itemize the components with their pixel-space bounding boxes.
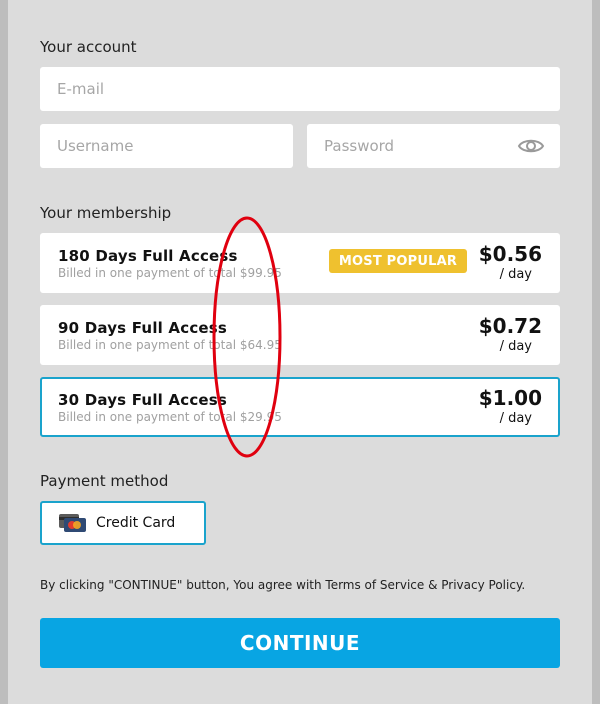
- plan-name: 30 Days Full Access: [58, 391, 228, 409]
- username-field[interactable]: [40, 124, 293, 168]
- plan-price: $1.00: [478, 386, 542, 410]
- continue-button[interactable]: CONTINUE: [40, 618, 560, 668]
- plan-price: $0.72: [478, 314, 542, 338]
- account-section-title: Your account: [40, 38, 137, 56]
- plan-per-day: / day: [499, 339, 532, 354]
- eye-icon[interactable]: [517, 136, 545, 156]
- plan-billing: Billed in one payment of total $29.95: [58, 410, 282, 424]
- plan-name: 90 Days Full Access: [58, 319, 228, 337]
- password-field[interactable]: [307, 124, 560, 168]
- payment-section-title: Payment method: [40, 472, 169, 490]
- credit-card-icon: [58, 513, 88, 533]
- credit-card-option[interactable]: Credit Card: [40, 501, 206, 545]
- username-input[interactable]: [57, 137, 293, 155]
- most-popular-badge: MOST POPULAR: [329, 249, 467, 273]
- plan-billing: Billed in one payment of total $64.95: [58, 338, 282, 352]
- plan-billing: Billed in one payment of total $99.95: [58, 266, 282, 280]
- email-field[interactable]: [40, 67, 560, 111]
- plan-price: $0.56: [478, 242, 542, 266]
- plan-per-day: / day: [499, 267, 532, 282]
- terms-notice: By clicking "CONTINUE" button, You agree…: [40, 578, 526, 592]
- email-input[interactable]: [57, 80, 560, 98]
- password-input[interactable]: [324, 137, 504, 155]
- membership-section-title: Your membership: [40, 204, 172, 222]
- plan-option-90-days[interactable]: 90 Days Full Access Billed in one paymen…: [40, 305, 560, 365]
- plan-name: 180 Days Full Access: [58, 247, 238, 265]
- plan-option-180-days[interactable]: 180 Days Full Access Billed in one payme…: [40, 233, 560, 293]
- plan-per-day: / day: [499, 411, 532, 426]
- plan-option-30-days[interactable]: 30 Days Full Access Billed in one paymen…: [40, 377, 560, 437]
- credit-card-label: Credit Card: [96, 515, 176, 531]
